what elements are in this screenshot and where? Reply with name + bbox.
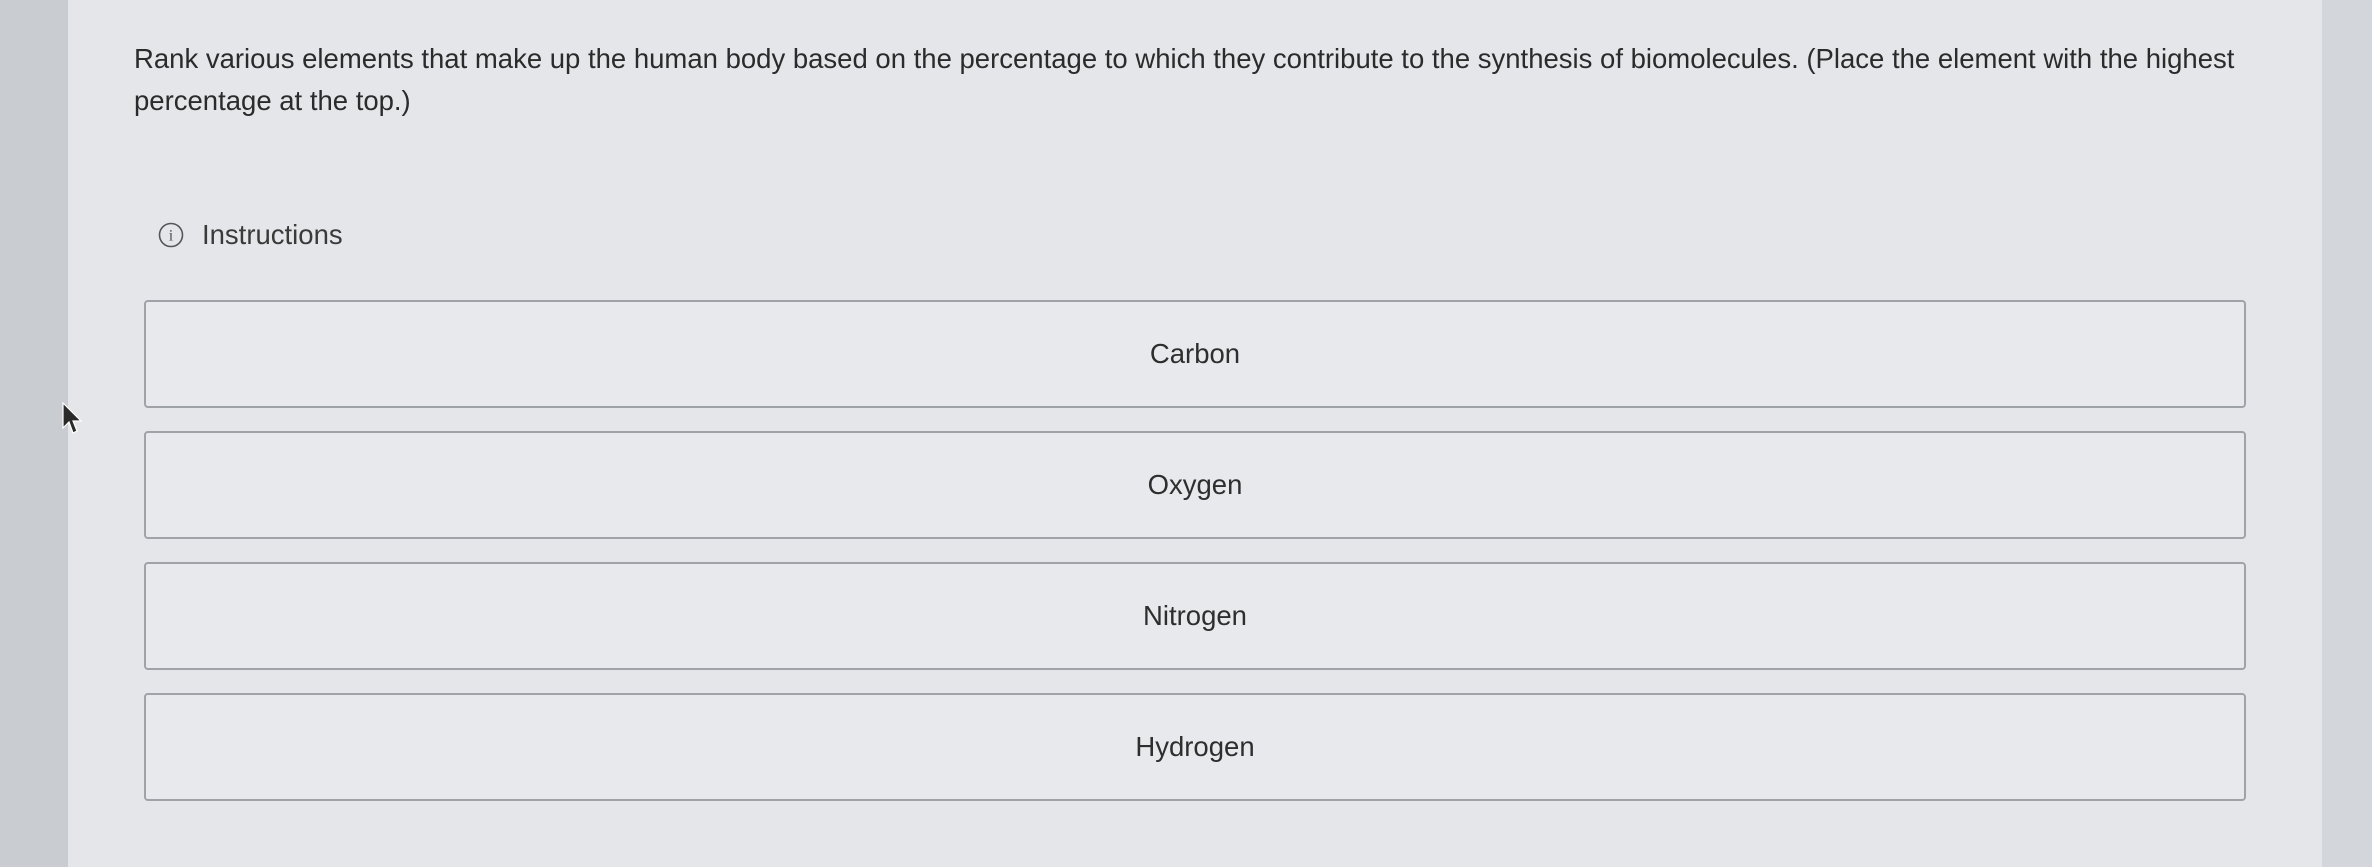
mouse-cursor-icon: [62, 402, 82, 434]
instructions-label: Instructions: [202, 219, 343, 250]
question-panel: Rank various elements that make up the h…: [68, 0, 2322, 867]
rank-item-carbon[interactable]: Carbon: [144, 300, 2246, 408]
ranking-list: Carbon Oxygen Nitrogen Hydrogen: [144, 300, 2246, 824]
rank-item-label: Hydrogen: [1135, 731, 1255, 762]
info-icon: i: [158, 222, 184, 248]
rank-item-label: Oxygen: [1147, 469, 1243, 500]
rank-item-label: Carbon: [1149, 338, 1241, 369]
rank-item-hydrogen[interactable]: Hydrogen: [144, 693, 2246, 801]
question-prompt: Rank various elements that make up the h…: [134, 43, 2235, 116]
rank-item-nitrogen[interactable]: Nitrogen: [144, 562, 2246, 670]
svg-text:i: i: [169, 228, 174, 245]
right-edge: [2322, 0, 2372, 867]
rank-item-label: Nitrogen: [1143, 600, 1247, 631]
instructions-toggle[interactable]: i Instructions: [158, 218, 343, 252]
rank-item-oxygen[interactable]: Oxygen: [144, 431, 2246, 539]
